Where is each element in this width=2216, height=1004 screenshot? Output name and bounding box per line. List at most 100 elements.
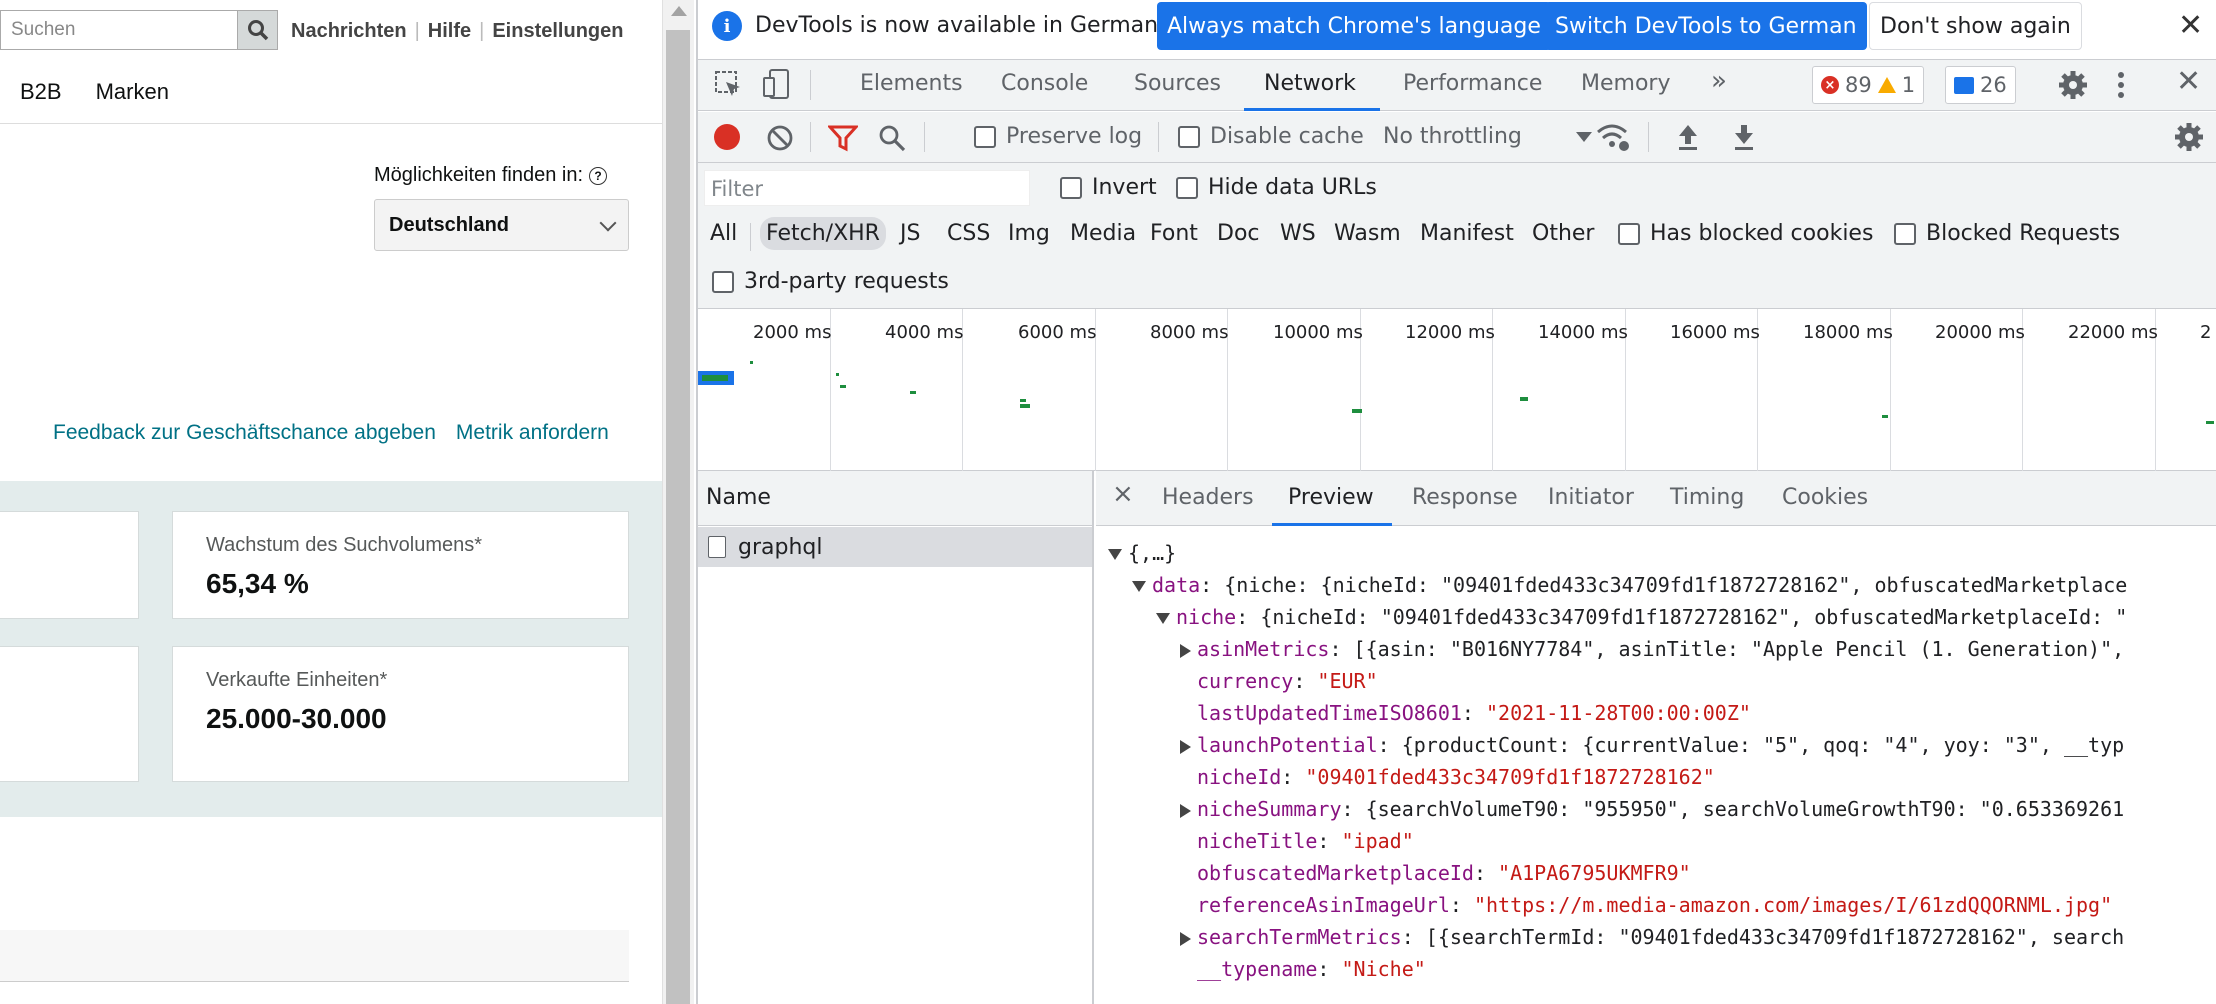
device-toolbar-icon[interactable] (762, 68, 792, 100)
scroll-up-icon[interactable] (671, 6, 687, 16)
network-conditions-icon[interactable] (1596, 122, 1632, 154)
expand-arrow-icon[interactable] (1180, 739, 1191, 754)
tab-sources[interactable]: Sources (1134, 71, 1221, 96)
filter-img[interactable]: Img (1002, 217, 1056, 250)
search-button[interactable] (237, 10, 278, 50)
throttling-select[interactable]: No throttling (1383, 124, 1592, 149)
tick-label: 12000 ms (1405, 322, 1495, 343)
checkbox[interactable] (974, 125, 996, 148)
tab-timing[interactable]: Timing (1670, 485, 1744, 510)
tab-network[interactable]: Network (1264, 71, 1356, 96)
match-language-button[interactable]: Always match Chrome's language (1157, 2, 1551, 50)
clear-icon[interactable] (766, 124, 794, 152)
expand-arrow-icon[interactable] (1156, 613, 1170, 624)
checkbox[interactable] (1178, 125, 1200, 148)
tab-memory[interactable]: Memory (1581, 71, 1670, 96)
expand-arrow-icon[interactable] (1132, 581, 1146, 592)
inspect-element-icon[interactable] (714, 70, 742, 98)
tree-value: "2021-11-28T00:00:00Z" (1486, 701, 1751, 725)
nav-marken[interactable]: Marken (96, 79, 169, 105)
filter-input[interactable]: Filter (704, 170, 1030, 206)
more-vert-icon[interactable] (2116, 70, 2126, 100)
close-icon[interactable]: ✕ (2178, 8, 2203, 43)
scroll-thumb[interactable] (666, 30, 690, 1004)
tree-node-searchtermmetrics[interactable]: searchTermMetrics: [{searchTermId: "0940… (1180, 921, 2124, 953)
issues-counter[interactable]: × 89 1 (1812, 66, 1925, 104)
import-har-icon[interactable] (1676, 122, 1700, 152)
more-tabs-icon[interactable]: » (1711, 66, 1727, 96)
tab-initiator[interactable]: Initiator (1548, 485, 1634, 510)
filter-font[interactable]: Font (1144, 217, 1204, 250)
tab-performance[interactable]: Performance (1403, 71, 1542, 96)
third-party-checkbox[interactable]: 3rd-party requests (712, 269, 949, 294)
filter-js[interactable]: JS (894, 217, 926, 250)
search-icon[interactable] (878, 124, 906, 152)
tab-headers[interactable]: Headers (1162, 485, 1254, 510)
tree-node-refimageurl: referenceAsinImageUrl: "https://m.media-… (1197, 893, 2113, 917)
page-scrollbar[interactable] (662, 0, 694, 1004)
expand-arrow-icon[interactable] (1180, 803, 1191, 818)
checkbox[interactable] (712, 270, 734, 293)
network-settings-gear-icon[interactable] (2174, 122, 2204, 152)
filter-manifest[interactable]: Manifest (1414, 217, 1520, 250)
tree-node-marketplaceid: obfuscatedMarketplaceId: "A1PA6795UKMFR9… (1197, 861, 1691, 885)
request-row[interactable]: graphql (698, 527, 1092, 567)
has-blocked-cookies-checkbox[interactable]: Has blocked cookies (1618, 221, 1873, 246)
checkbox[interactable] (1176, 176, 1198, 199)
filter-all[interactable]: All (704, 217, 743, 250)
checkbox[interactable] (1894, 222, 1916, 245)
tree-node-asinmetrics[interactable]: asinMetrics: [{asin: "B016NY7784", asinT… (1180, 633, 2124, 665)
main-nav: B2B Marken (20, 79, 169, 105)
switch-german-button[interactable]: Switch DevTools to German (1545, 2, 1867, 50)
expand-arrow-icon[interactable] (1108, 549, 1122, 560)
settings-gear-icon[interactable] (2058, 70, 2088, 100)
tab-elements[interactable]: Elements (860, 71, 963, 96)
filter-other[interactable]: Other (1526, 217, 1600, 250)
metrik-link[interactable]: Metrik anfordern (456, 421, 609, 445)
export-har-icon[interactable] (1732, 122, 1756, 152)
tree-node-nichesummary[interactable]: nicheSummary: {searchVolumeT90: "955950"… (1180, 793, 2124, 825)
record-icon[interactable] (714, 124, 740, 150)
link-hilfe[interactable]: Hilfe (428, 20, 471, 43)
expand-arrow-icon[interactable] (1180, 931, 1191, 946)
link-einstellungen[interactable]: Einstellungen (492, 20, 623, 43)
close-devtools-icon[interactable]: ✕ (2176, 64, 2201, 99)
blocked-requests-checkbox[interactable]: Blocked Requests (1894, 221, 2120, 246)
checkbox[interactable] (1060, 176, 1082, 199)
dont-show-button[interactable]: Don't show again (1869, 2, 2082, 50)
filter-icon[interactable] (828, 124, 858, 152)
tab-cookies[interactable]: Cookies (1782, 485, 1868, 510)
messages-counter[interactable]: 26 (1945, 66, 2016, 104)
country-select[interactable]: Deutschland (374, 199, 629, 251)
tree-node-root[interactable]: {,…} (1108, 537, 1176, 569)
tab-response[interactable]: Response (1412, 485, 1518, 510)
link-nachrichten[interactable]: Nachrichten (291, 20, 407, 43)
search-input[interactable]: Suchen (0, 10, 238, 50)
checkbox[interactable] (1618, 222, 1640, 245)
filter-wasm[interactable]: Wasm (1328, 217, 1407, 250)
devtools-tabs: Elements Console Sources Network Perform… (698, 59, 2216, 111)
throttling-value: No throttling (1383, 124, 1522, 149)
name-column-header[interactable]: Name (698, 471, 1092, 526)
help-icon[interactable]: ? (589, 166, 608, 185)
expand-arrow-icon[interactable] (1180, 643, 1191, 658)
close-detail-icon[interactable]: × (1112, 479, 1134, 509)
filter-css[interactable]: CSS (941, 217, 996, 250)
filter-doc[interactable]: Doc (1211, 217, 1266, 250)
filter-fetch-xhr[interactable]: Fetch/XHR (760, 217, 886, 250)
preserve-log-checkbox[interactable]: Preserve log (974, 124, 1142, 149)
filter-media[interactable]: Media (1064, 217, 1142, 250)
tree-node-data[interactable]: data: {niche: {nicheId: "09401fded433c34… (1132, 569, 2127, 601)
hide-data-urls-checkbox[interactable]: Hide data URLs (1176, 175, 1377, 200)
tree-node-niche[interactable]: niche: {nicheId: "09401fded433c34709fd1f… (1156, 601, 2127, 633)
tab-console[interactable]: Console (1001, 71, 1088, 96)
invert-checkbox[interactable]: Invert (1060, 175, 1157, 200)
tab-preview[interactable]: Preview (1288, 485, 1374, 510)
network-timeline[interactable]: 2000 ms 4000 ms 6000 ms 8000 ms 10000 ms… (698, 309, 2216, 471)
feedback-link[interactable]: Feedback zur Geschäftschance abgeben (53, 421, 436, 445)
disable-cache-checkbox[interactable]: Disable cache (1178, 124, 1364, 149)
filter-ws[interactable]: WS (1274, 217, 1322, 250)
nav-b2b[interactable]: B2B (20, 79, 62, 105)
timeline-bar (1352, 409, 1362, 413)
tree-node-launchpotential[interactable]: launchPotential: {productCount: {current… (1180, 729, 2124, 761)
